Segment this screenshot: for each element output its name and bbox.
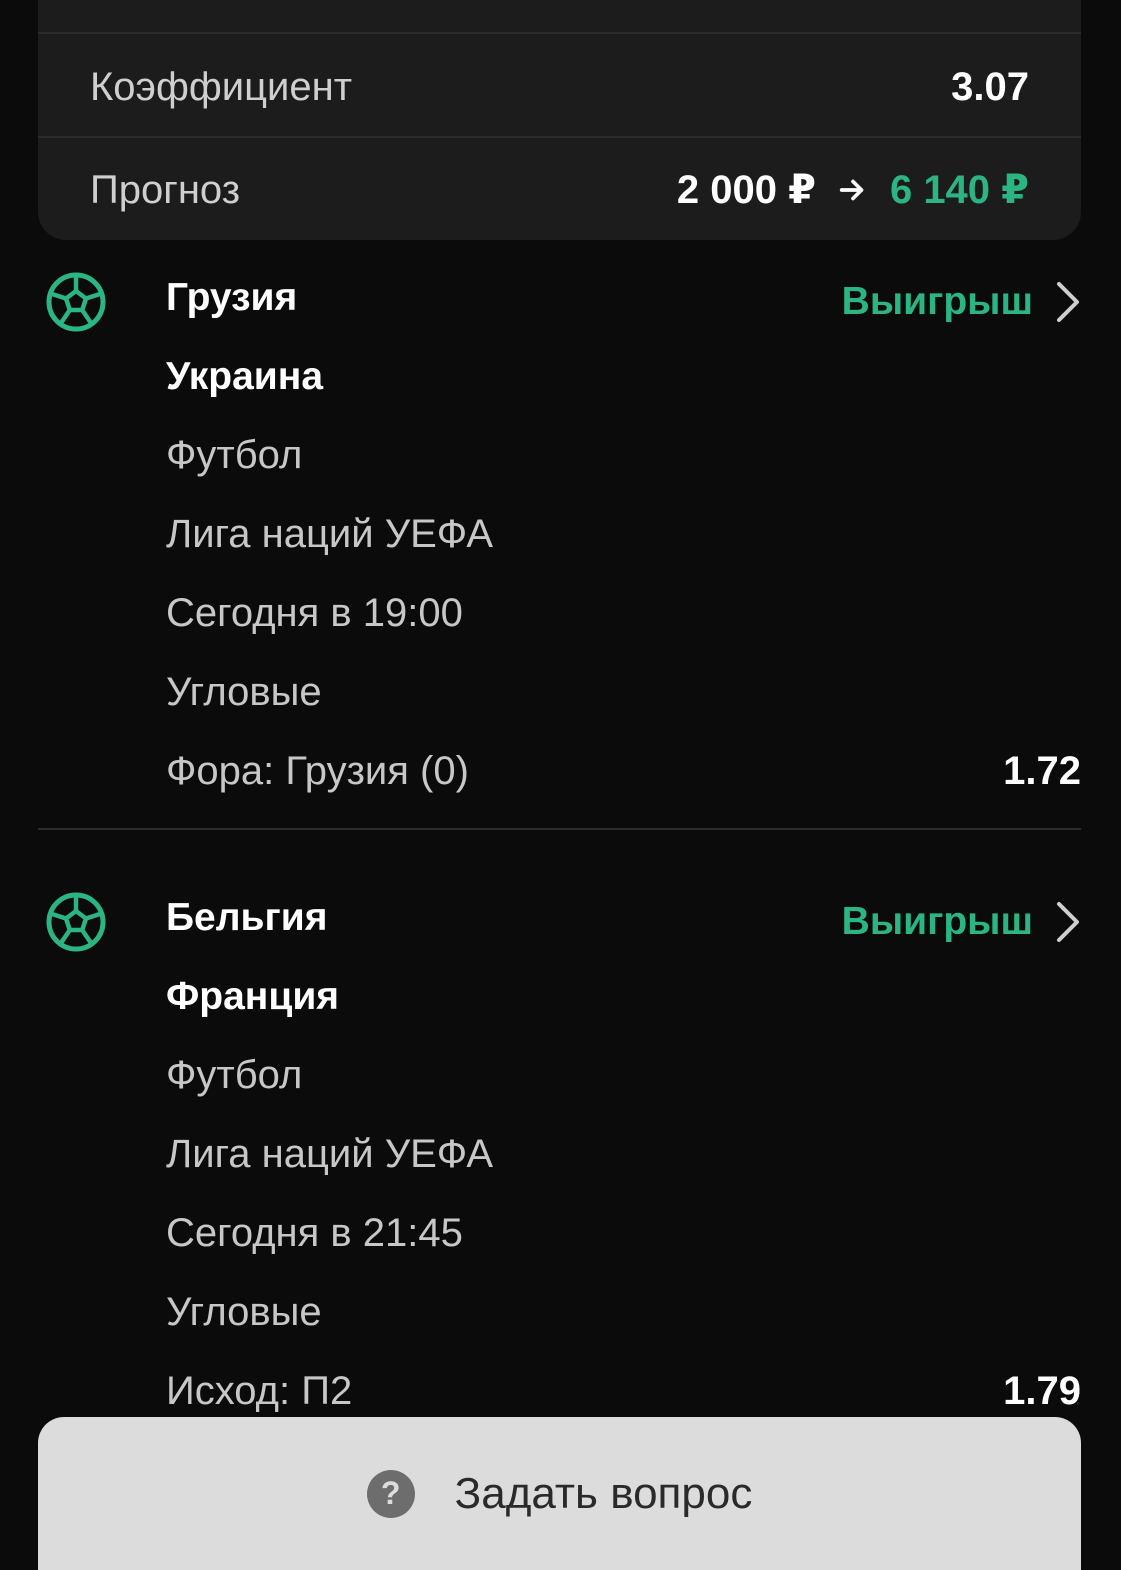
selection-label: Фора: Грузия (0) [166, 749, 469, 793]
forecast-label: Прогноз [90, 167, 241, 212]
sport-label: Футбол [166, 433, 303, 477]
coefficient-label: Коэффициент [90, 64, 353, 109]
divider [38, 828, 1081, 830]
league-label: Лига наций УЕФА [166, 1132, 494, 1176]
league-label: Лига наций УЕФА [166, 512, 494, 556]
soccer-ball-icon [46, 892, 106, 952]
event-time: Сегодня в 19:00 [166, 591, 463, 635]
sport-label: Футбол [166, 1053, 303, 1097]
team-home: Бельгия [166, 895, 328, 939]
question-icon: ? [366, 1469, 415, 1518]
team-home: Грузия [166, 275, 298, 319]
coefficient-value: 3.07 [951, 64, 1029, 109]
selection-row: Фора: Грузия (0) 1.72 [166, 732, 1081, 811]
selection-odds: 1.72 [1003, 749, 1081, 793]
event-time: Сегодня в 21:45 [166, 1211, 463, 1255]
market-label: Угловые [166, 1290, 322, 1334]
divider [38, 32, 1081, 34]
forecast-row: Прогноз 2 000 ₽ 6 140 ₽ [90, 150, 1029, 230]
coefficient-row: Коэффициент 3.07 [90, 47, 1029, 127]
event-details: Бельгия Франция Футбол Лига наций УЕФА С… [166, 878, 1081, 1431]
market-label: Угловые [166, 670, 322, 714]
stake-amount: 2 000 ₽ [676, 168, 816, 212]
ask-question-label: Задать вопрос [454, 1468, 753, 1518]
team-away: Франция [166, 974, 340, 1018]
payout-amount: 6 140 ₽ [889, 168, 1029, 212]
event-details: Грузия Украина Футбол Лига наций УЕФА Се… [166, 258, 1081, 811]
ask-question-button[interactable]: ? Задать вопрос [38, 1417, 1081, 1570]
soccer-ball-icon [46, 272, 106, 332]
selection-label: Исход: П2 [166, 1369, 353, 1413]
bet-summary-card: Коэффициент 3.07 Прогноз 2 000 ₽ 6 140 ₽ [38, 0, 1081, 240]
selection-odds: 1.79 [1003, 1369, 1081, 1413]
forecast-value: 2 000 ₽ 6 140 ₽ [677, 167, 1029, 213]
arrow-right-icon [839, 179, 864, 201]
divider [38, 136, 1081, 138]
team-away: Украина [166, 354, 324, 398]
